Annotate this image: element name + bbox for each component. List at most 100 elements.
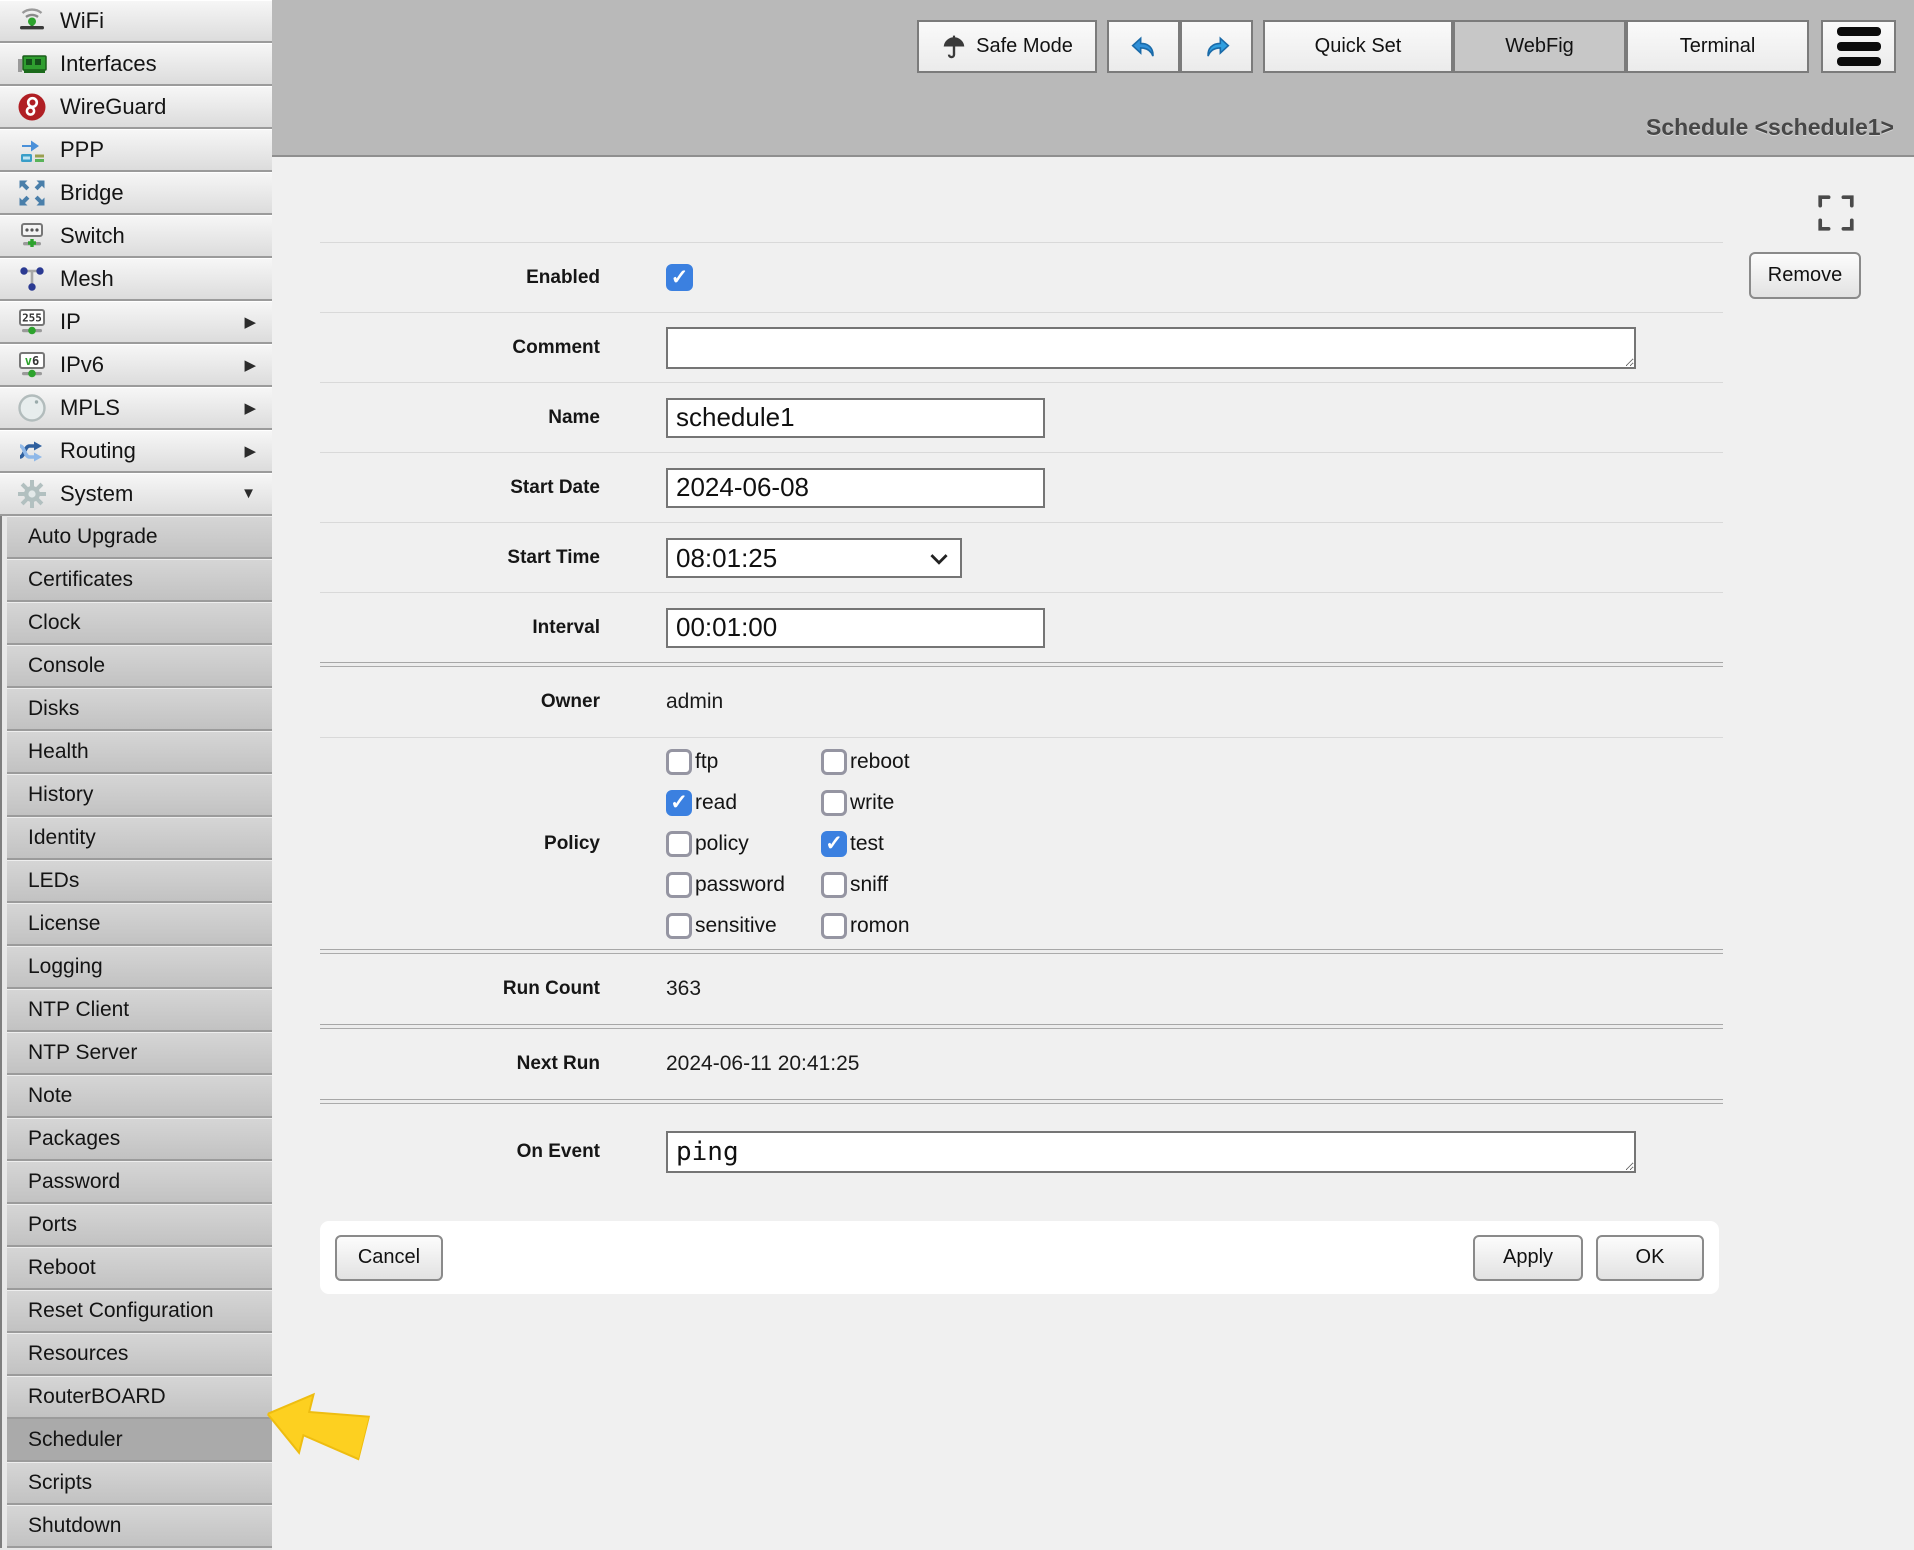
next-run-label: Next Run (320, 1053, 600, 1075)
tab-webfig[interactable]: WebFig (1453, 20, 1626, 73)
ppp-icon (14, 132, 50, 168)
sidebar-item-license[interactable]: License (7, 903, 272, 946)
sidebar-item-routing[interactable]: Routing ▶ (0, 430, 272, 473)
sidebar-item-label: WiFi (60, 8, 104, 34)
sidebar-item-auto-upgrade[interactable]: Auto Upgrade (7, 516, 272, 559)
tab-terminal[interactable]: Terminal (1626, 20, 1809, 73)
tab-quick-set[interactable]: Quick Set (1263, 20, 1453, 73)
sidebar-item-switch[interactable]: Switch (0, 215, 272, 258)
sidebar-item-label: IP (60, 309, 81, 335)
policy-password-label: password (695, 873, 785, 897)
sidebar-item-scripts[interactable]: Scripts (7, 1462, 272, 1505)
policy-sniff-label: sniff (850, 873, 888, 897)
policy-label: Policy (320, 833, 600, 855)
sidebar-item-mpls[interactable]: MPLS ▶ (0, 387, 272, 430)
sidebar-item-bridge[interactable]: Bridge (0, 172, 272, 215)
sidebar-item-password[interactable]: Password (7, 1161, 272, 1204)
sidebar-item-identity[interactable]: Identity (7, 817, 272, 860)
sidebar-item-leds[interactable]: LEDs (7, 860, 272, 903)
policy-test-checkbox[interactable] (821, 831, 847, 857)
sidebar-item-history[interactable]: History (7, 774, 272, 817)
policy-romon-label: romon (850, 914, 910, 938)
on-event-label: On Event (320, 1141, 600, 1163)
undo-button[interactable] (1107, 20, 1180, 73)
sidebar-item-reset-configuration[interactable]: Reset Configuration (7, 1290, 272, 1333)
sidebar: WiFi Interfaces WireGuard PPP Bridge Swi… (0, 0, 272, 1550)
sidebar-item-packages[interactable]: Packages (7, 1118, 272, 1161)
sidebar-item-health[interactable]: Health (7, 731, 272, 774)
run-count-row: Run Count 363 (320, 954, 1723, 1024)
enabled-checkbox[interactable] (666, 264, 693, 291)
sidebar-item-mesh[interactable]: Mesh (0, 258, 272, 301)
remove-button[interactable]: Remove (1749, 252, 1861, 299)
sidebar-item-label: MPLS (60, 395, 120, 421)
interval-label: Interval (320, 617, 600, 639)
sidebar-item-disks[interactable]: Disks (7, 688, 272, 731)
sidebar-item-ntp-server[interactable]: NTP Server (7, 1032, 272, 1075)
undo-icon (1128, 31, 1160, 63)
policy-read-checkbox[interactable] (666, 790, 692, 816)
apply-button[interactable]: Apply (1473, 1235, 1583, 1281)
svg-text:255: 255 (22, 311, 42, 324)
owner-row: Owner admin (320, 667, 1723, 737)
chevron-right-icon: ▶ (244, 399, 256, 417)
policy-romon-checkbox[interactable] (821, 913, 847, 939)
sidebar-item-clock[interactable]: Clock (7, 602, 272, 645)
policy-ftp-checkbox[interactable] (666, 749, 692, 775)
policy-sniff-checkbox[interactable] (821, 872, 847, 898)
chevron-right-icon: ▶ (244, 442, 256, 460)
svg-text:v6: v6 (25, 354, 39, 368)
policy-sensitive-checkbox[interactable] (666, 913, 692, 939)
start-date-input[interactable] (666, 468, 1045, 508)
sidebar-item-ntp-client[interactable]: NTP Client (7, 989, 272, 1032)
ip-icon: 255 (14, 304, 50, 340)
safe-mode-button[interactable]: Safe Mode (917, 20, 1097, 73)
interval-input[interactable] (666, 608, 1045, 648)
owner-label: Owner (320, 691, 600, 713)
sidebar-item-note[interactable]: Note (7, 1075, 272, 1118)
cancel-button[interactable]: Cancel (335, 1235, 443, 1281)
sidebar-item-shutdown[interactable]: Shutdown (7, 1505, 272, 1548)
ok-button[interactable]: OK (1596, 1235, 1704, 1281)
sidebar-item-resources[interactable]: Resources (7, 1333, 272, 1376)
run-count-value: 363 (666, 977, 701, 1001)
sidebar-item-ipv6[interactable]: v6 IPv6 ▶ (0, 344, 272, 387)
policy-read-label: read (695, 791, 737, 815)
safe-mode-label: Safe Mode (976, 35, 1073, 58)
on-event-textarea[interactable]: ping (666, 1131, 1636, 1173)
sidebar-item-wifi[interactable]: WiFi (0, 0, 272, 43)
sidebar-item-system[interactable]: System ▼ (0, 473, 272, 516)
sidebar-item-reboot[interactable]: Reboot (7, 1247, 272, 1290)
policy-policy-label: policy (695, 832, 749, 856)
policy-password-checkbox[interactable] (666, 872, 692, 898)
comment-textarea[interactable] (666, 327, 1636, 369)
fullscreen-icon[interactable] (1816, 193, 1856, 233)
sidebar-item-certificates[interactable]: Certificates (7, 559, 272, 602)
bridge-icon (14, 175, 50, 211)
redo-button[interactable] (1180, 20, 1253, 73)
sidebar-item-scheduler[interactable]: Scheduler (7, 1419, 272, 1462)
wireguard-icon (14, 89, 50, 125)
system-submenu: Auto Upgrade Certificates Clock Console … (0, 516, 272, 1548)
policy-reboot-checkbox[interactable] (821, 749, 847, 775)
sidebar-item-wireguard[interactable]: WireGuard (0, 86, 272, 129)
sidebar-item-ports[interactable]: Ports (7, 1204, 272, 1247)
mpls-icon (14, 390, 50, 426)
sidebar-item-logging[interactable]: Logging (7, 946, 272, 989)
start-time-label: Start Time (320, 547, 600, 569)
policy-policy-checkbox[interactable] (666, 831, 692, 857)
sidebar-item-interfaces[interactable]: Interfaces (0, 43, 272, 86)
routing-icon (14, 433, 50, 469)
sidebar-item-ip[interactable]: 255 IP ▶ (0, 301, 272, 344)
chevron-right-icon: ▶ (244, 356, 256, 374)
start-time-select[interactable]: 08:01:25 (666, 538, 962, 578)
hamburger-menu-button[interactable] (1821, 20, 1896, 73)
sidebar-item-routerboard[interactable]: RouterBOARD (7, 1376, 272, 1419)
sidebar-item-label: Routing (60, 438, 136, 464)
sidebar-item-label: System (60, 481, 133, 507)
policy-write-checkbox[interactable] (821, 790, 847, 816)
name-input[interactable] (666, 398, 1045, 438)
sidebar-item-ppp[interactable]: PPP (0, 129, 272, 172)
enabled-row: Enabled (320, 242, 1723, 312)
sidebar-item-console[interactable]: Console (7, 645, 272, 688)
